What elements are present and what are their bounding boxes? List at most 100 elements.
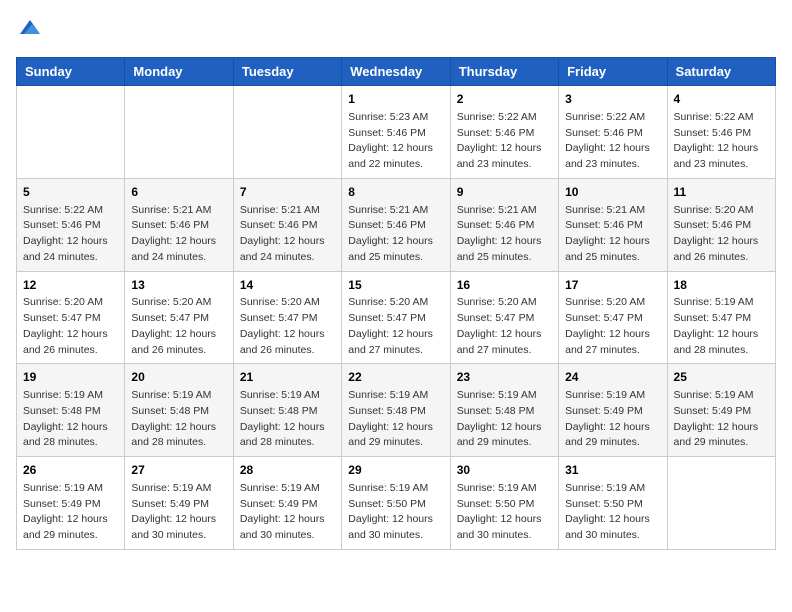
day-info: Sunrise: 5:20 AM Sunset: 5:47 PM Dayligh… — [348, 295, 443, 358]
day-info: Sunrise: 5:22 AM Sunset: 5:46 PM Dayligh… — [23, 203, 118, 266]
calendar-cell: 4 Sunrise: 5:22 AM Sunset: 5:46 PM Daylig… — [667, 86, 775, 179]
calendar-week-4: 19 Sunrise: 5:19 AM Sunset: 5:48 PM Dayli… — [17, 364, 776, 457]
day-info: Sunrise: 5:19 AM Sunset: 5:50 PM Dayligh… — [457, 481, 552, 544]
calendar-cell — [233, 86, 341, 179]
calendar-cell: 7 Sunrise: 5:21 AM Sunset: 5:46 PM Daylig… — [233, 178, 341, 271]
day-number: 16 — [457, 277, 552, 294]
day-number: 6 — [131, 184, 226, 201]
day-number: 12 — [23, 277, 118, 294]
day-info: Sunrise: 5:19 AM Sunset: 5:47 PM Dayligh… — [674, 295, 769, 358]
day-number: 8 — [348, 184, 443, 201]
page-header — [16, 16, 776, 45]
day-number: 17 — [565, 277, 660, 294]
calendar-cell: 1 Sunrise: 5:23 AM Sunset: 5:46 PM Daylig… — [342, 86, 450, 179]
day-number: 28 — [240, 462, 335, 479]
calendar-cell: 25Sunrise: 5:19 AM Sunset: 5:49 PM Dayli… — [667, 364, 775, 457]
day-info: Sunrise: 5:19 AM Sunset: 5:48 PM Dayligh… — [23, 388, 118, 451]
day-info: Sunrise: 5:23 AM Sunset: 5:46 PM Dayligh… — [348, 110, 443, 173]
day-info: Sunrise: 5:19 AM Sunset: 5:49 PM Dayligh… — [674, 388, 769, 451]
day-info: Sunrise: 5:22 AM Sunset: 5:46 PM Dayligh… — [565, 110, 660, 173]
calendar-cell: 2Sunrise: 5:22 AM Sunset: 5:46 PM Daylig… — [450, 86, 558, 179]
day-number: 27 — [131, 462, 226, 479]
day-header-tuesday: Tuesday — [233, 58, 341, 86]
calendar-cell: 8 Sunrise: 5:21 AM Sunset: 5:46 PM Daylig… — [342, 178, 450, 271]
day-info: Sunrise: 5:19 AM Sunset: 5:48 PM Dayligh… — [457, 388, 552, 451]
calendar-cell — [125, 86, 233, 179]
day-number: 15 — [348, 277, 443, 294]
day-info: Sunrise: 5:19 AM Sunset: 5:50 PM Dayligh… — [565, 481, 660, 544]
day-number: 18 — [674, 277, 769, 294]
day-number: 30 — [457, 462, 552, 479]
day-number: 26 — [23, 462, 118, 479]
calendar-body: 1 Sunrise: 5:23 AM Sunset: 5:46 PM Daylig… — [17, 86, 776, 550]
day-info: Sunrise: 5:21 AM Sunset: 5:46 PM Dayligh… — [240, 203, 335, 266]
calendar-cell: 14Sunrise: 5:20 AM Sunset: 5:47 PM Dayli… — [233, 271, 341, 364]
day-number: 29 — [348, 462, 443, 479]
day-info: Sunrise: 5:21 AM Sunset: 5:46 PM Dayligh… — [457, 203, 552, 266]
calendar-week-3: 12 Sunrise: 5:20 AM Sunset: 5:47 PM Dayli… — [17, 271, 776, 364]
calendar-cell: 21 Sunrise: 5:19 AM Sunset: 5:48 PM Dayli… — [233, 364, 341, 457]
calendar-cell — [17, 86, 125, 179]
calendar-cell: 28 Sunrise: 5:19 AM Sunset: 5:49 PM Dayli… — [233, 457, 341, 550]
calendar-week-1: 1 Sunrise: 5:23 AM Sunset: 5:46 PM Daylig… — [17, 86, 776, 179]
header-row: SundayMondayTuesdayWednesdayThursdayFrid… — [17, 58, 776, 86]
day-info: Sunrise: 5:19 AM Sunset: 5:48 PM Dayligh… — [240, 388, 335, 451]
day-number: 14 — [240, 277, 335, 294]
calendar-cell: 16Sunrise: 5:20 AM Sunset: 5:47 PM Dayli… — [450, 271, 558, 364]
day-info: Sunrise: 5:20 AM Sunset: 5:47 PM Dayligh… — [457, 295, 552, 358]
calendar-table: SundayMondayTuesdayWednesdayThursdayFrid… — [16, 57, 776, 550]
day-header-wednesday: Wednesday — [342, 58, 450, 86]
day-number: 21 — [240, 369, 335, 386]
calendar-cell: 15Sunrise: 5:20 AM Sunset: 5:47 PM Dayli… — [342, 271, 450, 364]
calendar-cell: 18Sunrise: 5:19 AM Sunset: 5:47 PM Dayli… — [667, 271, 775, 364]
day-info: Sunrise: 5:20 AM Sunset: 5:46 PM Dayligh… — [674, 203, 769, 266]
day-number: 20 — [131, 369, 226, 386]
day-info: Sunrise: 5:22 AM Sunset: 5:46 PM Dayligh… — [674, 110, 769, 173]
day-header-thursday: Thursday — [450, 58, 558, 86]
day-number: 7 — [240, 184, 335, 201]
day-info: Sunrise: 5:19 AM Sunset: 5:50 PM Dayligh… — [348, 481, 443, 544]
day-number: 23 — [457, 369, 552, 386]
day-number: 11 — [674, 184, 769, 201]
day-info: Sunrise: 5:21 AM Sunset: 5:46 PM Dayligh… — [348, 203, 443, 266]
calendar-cell: 3 Sunrise: 5:22 AM Sunset: 5:46 PM Daylig… — [559, 86, 667, 179]
calendar-cell: 24 Sunrise: 5:19 AM Sunset: 5:49 PM Dayli… — [559, 364, 667, 457]
calendar-header: SundayMondayTuesdayWednesdayThursdayFrid… — [17, 58, 776, 86]
day-info: Sunrise: 5:19 AM Sunset: 5:49 PM Dayligh… — [565, 388, 660, 451]
day-info: Sunrise: 5:19 AM Sunset: 5:49 PM Dayligh… — [240, 481, 335, 544]
day-number: 4 — [674, 91, 769, 108]
calendar-cell: 13Sunrise: 5:20 AM Sunset: 5:47 PM Dayli… — [125, 271, 233, 364]
calendar-cell: 27Sunrise: 5:19 AM Sunset: 5:49 PM Dayli… — [125, 457, 233, 550]
day-header-saturday: Saturday — [667, 58, 775, 86]
day-number: 24 — [565, 369, 660, 386]
calendar-cell — [667, 457, 775, 550]
calendar-cell: 23 Sunrise: 5:19 AM Sunset: 5:48 PM Dayli… — [450, 364, 558, 457]
day-number: 19 — [23, 369, 118, 386]
calendar-cell: 10 Sunrise: 5:21 AM Sunset: 5:46 PM Dayli… — [559, 178, 667, 271]
day-info: Sunrise: 5:19 AM Sunset: 5:49 PM Dayligh… — [23, 481, 118, 544]
calendar-week-5: 26 Sunrise: 5:19 AM Sunset: 5:49 PM Dayli… — [17, 457, 776, 550]
day-info: Sunrise: 5:21 AM Sunset: 5:46 PM Dayligh… — [565, 203, 660, 266]
day-number: 5 — [23, 184, 118, 201]
day-info: Sunrise: 5:21 AM Sunset: 5:46 PM Dayligh… — [131, 203, 226, 266]
calendar-cell: 22Sunrise: 5:19 AM Sunset: 5:48 PM Dayli… — [342, 364, 450, 457]
calendar-week-2: 5 Sunrise: 5:22 AM Sunset: 5:46 PM Daylig… — [17, 178, 776, 271]
day-number: 3 — [565, 91, 660, 108]
day-info: Sunrise: 5:20 AM Sunset: 5:47 PM Dayligh… — [565, 295, 660, 358]
calendar-cell: 30 Sunrise: 5:19 AM Sunset: 5:50 PM Dayli… — [450, 457, 558, 550]
day-info: Sunrise: 5:20 AM Sunset: 5:47 PM Dayligh… — [240, 295, 335, 358]
day-info: Sunrise: 5:20 AM Sunset: 5:47 PM Dayligh… — [131, 295, 226, 358]
day-header-monday: Monday — [125, 58, 233, 86]
calendar-cell: 6 Sunrise: 5:21 AM Sunset: 5:46 PM Daylig… — [125, 178, 233, 271]
day-number: 13 — [131, 277, 226, 294]
day-number: 1 — [348, 91, 443, 108]
calendar-cell: 20Sunrise: 5:19 AM Sunset: 5:48 PM Dayli… — [125, 364, 233, 457]
day-number: 2 — [457, 91, 552, 108]
day-number: 10 — [565, 184, 660, 201]
logo — [16, 16, 42, 45]
day-header-sunday: Sunday — [17, 58, 125, 86]
calendar-cell: 12Sunrise: 5:20 AM Sunset: 5:47 PM Dayli… — [17, 271, 125, 364]
calendar-cell: 17Sunrise: 5:20 AM Sunset: 5:47 PM Dayli… — [559, 271, 667, 364]
day-number: 22 — [348, 369, 443, 386]
day-number: 31 — [565, 462, 660, 479]
